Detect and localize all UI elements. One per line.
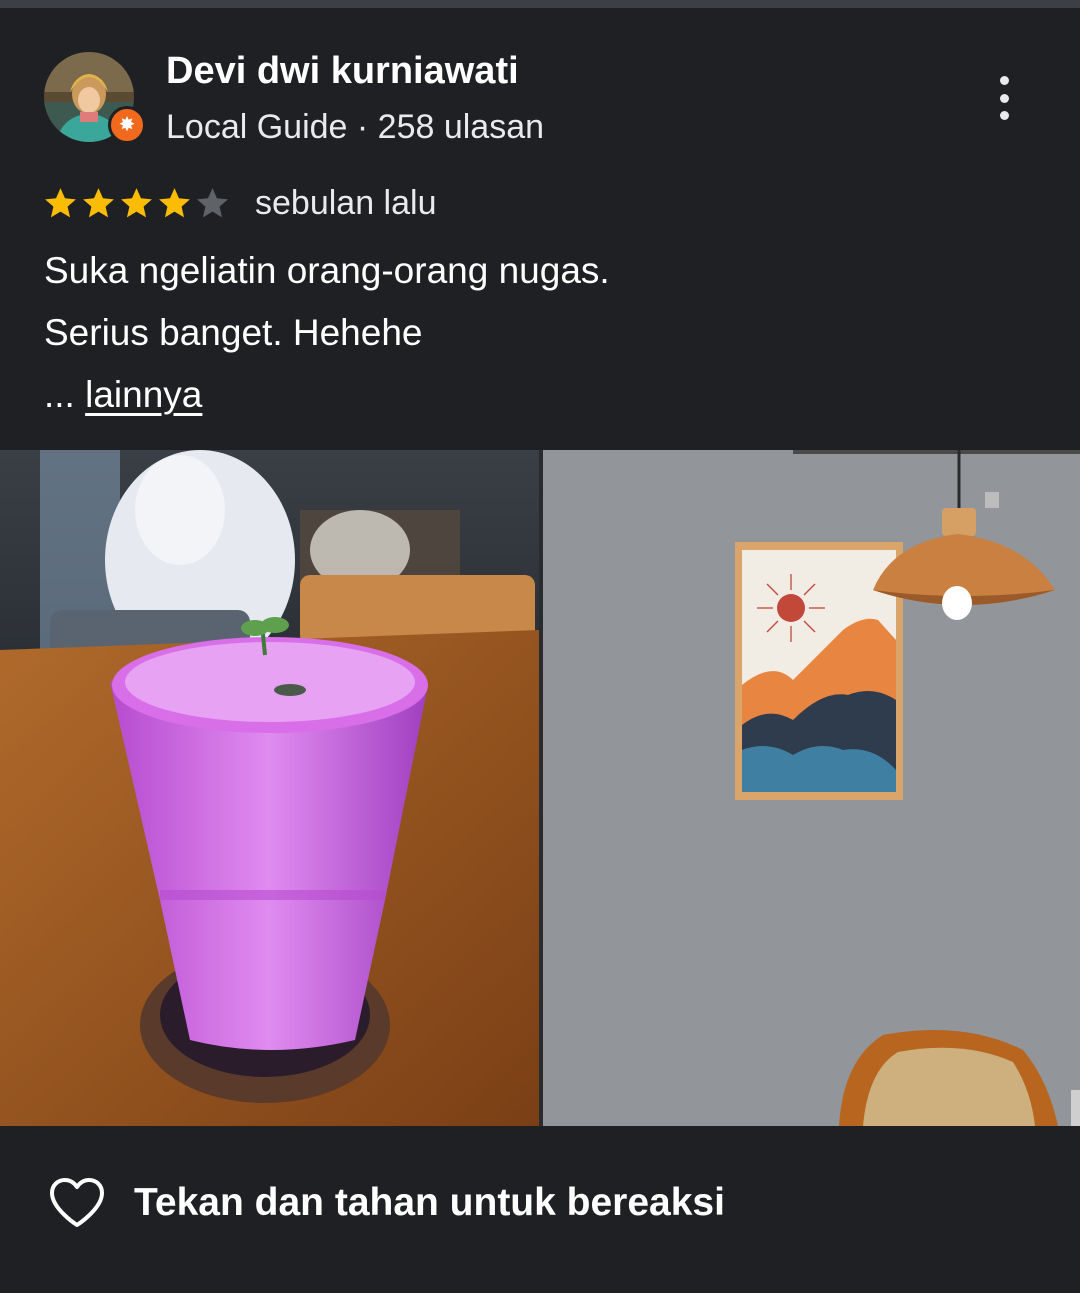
- local-guide-badge-icon: ✸: [108, 106, 146, 144]
- review-time: sebulan lalu: [255, 183, 437, 222]
- star-rating: [42, 185, 231, 222]
- review-text-line: Suka ngeliatin orang-orang nugas.: [44, 250, 610, 291]
- heart-outline-icon[interactable]: [48, 1177, 106, 1229]
- author-name[interactable]: Devi dwi kurniawati: [166, 50, 519, 93]
- review-photo-smoothie[interactable]: [0, 450, 539, 1126]
- reaction-label: Tekan dan tahan untuk bereaksi: [134, 1181, 725, 1224]
- star-filled-icon: [121, 187, 152, 217]
- review-text: Suka ngeliatin orang-orang nugas. Serius…: [44, 240, 1024, 426]
- more-dot: [999, 76, 1009, 85]
- review-text-line: Serius banget. Hehehe: [44, 312, 423, 353]
- ellipsis: ...: [44, 374, 75, 415]
- review-photo-wall-art[interactable]: [543, 450, 1080, 1126]
- star-filled-icon: [83, 187, 114, 217]
- more-dot: [999, 111, 1009, 120]
- star-filled-icon: [159, 187, 190, 217]
- more-dot: [999, 93, 1009, 103]
- reaction-bar[interactable]: Tekan dan tahan untuk bereaksi: [48, 1172, 725, 1234]
- wall-art-pendant-lamp-photo: [543, 450, 1080, 1126]
- more-options-icon[interactable]: [980, 70, 1028, 126]
- rating-row: sebulan lalu: [42, 182, 436, 224]
- top-divider: [0, 0, 1080, 8]
- dragon-fruit-smoothie-photo: [0, 450, 539, 1126]
- review-photos: [0, 450, 1080, 1126]
- star-empty-icon: [197, 187, 228, 217]
- star-filled-icon: [45, 187, 76, 217]
- read-more-link[interactable]: lainnya: [85, 374, 202, 415]
- author-meta: Local Guide · 258 ulasan: [166, 108, 545, 146]
- review-more-line: ... lainnya: [44, 364, 1024, 426]
- review-card: ✸ Devi dwi kurniawati Local Guide · 258 …: [0, 0, 1080, 1293]
